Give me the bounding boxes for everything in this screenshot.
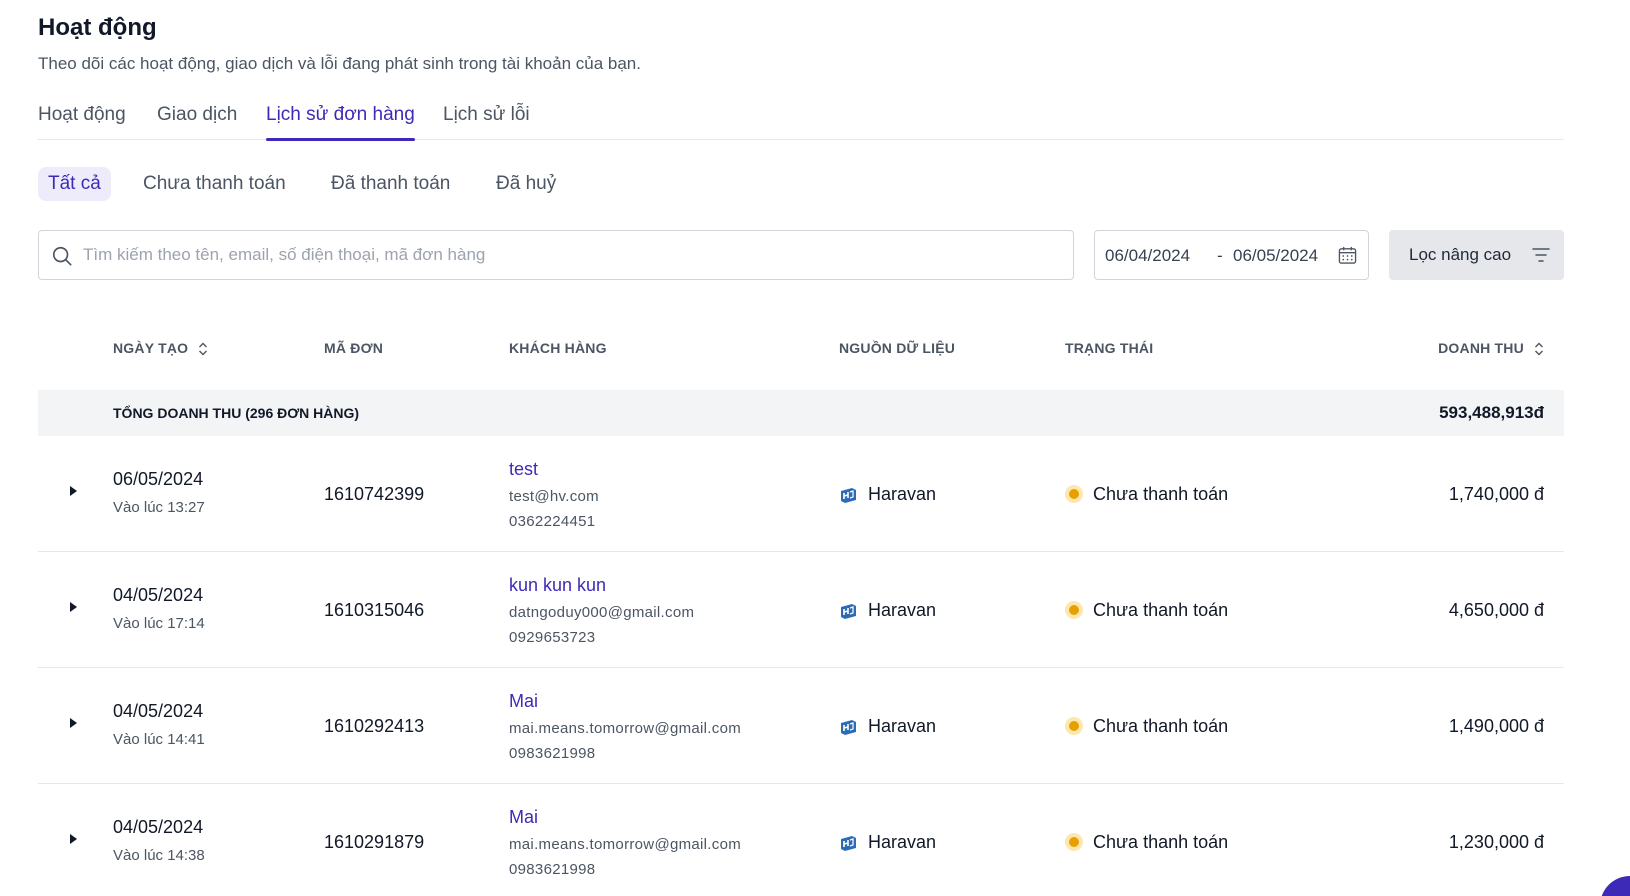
table-row[interactable]: 06/05/2024 Vào lúc 13:27 1610742399 test… — [38, 436, 1564, 552]
haravan-logo-icon — [841, 604, 856, 619]
subtab-paid[interactable]: Đã thanh toán — [331, 167, 450, 201]
advanced-filter-label: Lọc nâng cao — [1409, 245, 1512, 264]
status-pending-dot — [1065, 485, 1083, 503]
order-code: 1610292413 — [324, 716, 425, 736]
status-pending-dot — [1065, 601, 1083, 619]
order-code: 1610742399 — [324, 484, 425, 504]
order-revenue: 4,650,000 đ — [1448, 600, 1544, 620]
haravan-logo-icon — [841, 720, 856, 735]
tab-order-history[interactable]: Lịch sử đơn hàng — [266, 104, 415, 141]
sort-icon[interactable] — [1534, 342, 1544, 356]
date-to[interactable]: 06/05/2024 — [1233, 246, 1318, 266]
header-customer: KHÁCH HÀNG — [509, 340, 607, 356]
customer-email: test@hv.com — [509, 488, 599, 505]
customer-email: mai.means.tomorrow@gmail.com — [509, 836, 742, 853]
order-date: 04/05/2024 — [113, 817, 204, 837]
table-row[interactable]: 04/05/2024 Vào lúc 14:41 1610292413 Mai … — [38, 668, 1564, 784]
customer-phone: 0929653723 — [509, 629, 596, 646]
tab-activity[interactable]: Hoạt động — [38, 104, 126, 140]
order-time: Vào lúc 14:38 — [113, 847, 205, 864]
customer-email: datngoduy000@gmail.com — [509, 604, 695, 621]
order-time: Vào lúc 13:27 — [113, 499, 205, 516]
main-tabs: Hoạt động Giao dịch Lịch sử đơn hàng Lịc… — [38, 104, 1564, 141]
status-pending-dot — [1065, 833, 1083, 851]
order-date: 04/05/2024 — [113, 701, 204, 721]
table-header: NGÀY TẠO MÃ ĐƠN KHÁCH HÀNG NGUỒN DỮ LIỆU… — [38, 330, 1564, 370]
expand-caret-icon[interactable] — [67, 484, 79, 498]
status-label: Chưa thanh toán — [1093, 716, 1229, 736]
order-date: 04/05/2024 — [113, 585, 204, 605]
data-source-label: Haravan — [868, 716, 937, 736]
header-status: TRẠNG THÁI — [1065, 340, 1154, 356]
order-revenue: 1,490,000 đ — [1448, 716, 1544, 736]
order-time: Vào lúc 17:14 — [113, 615, 205, 632]
header-created-date[interactable]: NGÀY TẠO — [113, 340, 208, 356]
tab-error-history[interactable]: Lịch sử lỗi — [443, 104, 530, 140]
status-pending-dot — [1065, 717, 1083, 735]
expand-caret-icon[interactable] — [67, 600, 79, 614]
header-order-code: MÃ ĐƠN — [324, 340, 384, 356]
table-row[interactable]: 04/05/2024 Vào lúc 17:14 1610315046 kun … — [38, 552, 1564, 668]
customer-phone: 0983621998 — [509, 745, 596, 762]
order-date: 06/05/2024 — [113, 469, 204, 489]
advanced-filter-button[interactable]: Lọc nâng cao — [1389, 230, 1564, 280]
date-separator: - — [1217, 246, 1223, 265]
status-label: Chưa thanh toán — [1093, 600, 1229, 620]
subtab-cancelled[interactable]: Đã huỷ — [496, 167, 556, 201]
subtab-unpaid[interactable]: Chưa thanh toán — [143, 167, 286, 201]
header-revenue-label: DOANH THU — [1438, 340, 1524, 356]
order-time: Vào lúc 14:41 — [113, 731, 205, 748]
header-data-source: NGUỒN DỮ LIỆU — [839, 340, 956, 356]
date-range-picker[interactable]: 06/04/2024 - 06/05/2024 — [1094, 230, 1369, 280]
total-revenue-row: TỔNG DOANH THU (296 ĐƠN HÀNG) 593,488,91… — [38, 390, 1564, 436]
total-revenue-value: 593,488,913đ — [1439, 403, 1544, 422]
haravan-logo-icon — [841, 836, 856, 851]
search-box — [38, 230, 1074, 280]
total-revenue-label: TỔNG DOANH THU (296 ĐƠN HÀNG) — [113, 405, 360, 421]
customer-name-link[interactable]: Mai — [509, 807, 538, 828]
order-revenue: 1,230,000 đ — [1448, 832, 1544, 852]
floating-action-button[interactable] — [1600, 876, 1630, 896]
customer-name-link[interactable]: test — [509, 459, 538, 480]
order-code: 1610315046 — [324, 600, 425, 620]
data-source-label: Haravan — [868, 600, 937, 620]
customer-phone: 0362224451 — [509, 513, 596, 530]
haravan-logo-icon — [841, 488, 856, 503]
table-row[interactable]: 04/05/2024 Vào lúc 14:38 1610291879 Mai … — [38, 784, 1564, 896]
customer-email: mai.means.tomorrow@gmail.com — [509, 720, 742, 737]
header-created-date-label: NGÀY TẠO — [113, 340, 189, 356]
customer-name-link[interactable]: kun kun kun — [509, 575, 606, 596]
tab-transactions[interactable]: Giao dịch — [157, 104, 237, 140]
page-title: Hoạt động — [38, 14, 157, 41]
sort-icon[interactable] — [198, 342, 208, 356]
page-subtitle: Theo dõi các hoạt động, giao dịch và lỗi… — [38, 54, 641, 73]
header-revenue[interactable]: DOANH THU — [1438, 340, 1544, 356]
search-input[interactable] — [83, 232, 1063, 278]
search-icon — [52, 246, 72, 266]
status-label: Chưa thanh toán — [1093, 484, 1229, 504]
order-code: 1610291879 — [324, 832, 425, 852]
status-label: Chưa thanh toán — [1093, 832, 1229, 852]
expand-caret-icon[interactable] — [67, 716, 79, 730]
filter-icon — [1532, 248, 1550, 262]
data-source-label: Haravan — [868, 484, 937, 504]
order-revenue: 1,740,000 đ — [1448, 484, 1544, 504]
customer-phone: 0983621998 — [509, 861, 596, 878]
expand-caret-icon[interactable] — [67, 832, 79, 846]
date-from[interactable]: 06/04/2024 — [1105, 246, 1190, 266]
customer-name-link[interactable]: Mai — [509, 691, 538, 712]
calendar-icon[interactable] — [1338, 246, 1357, 265]
subtab-all[interactable]: Tất cả — [38, 167, 111, 201]
data-source-label: Haravan — [868, 832, 937, 852]
